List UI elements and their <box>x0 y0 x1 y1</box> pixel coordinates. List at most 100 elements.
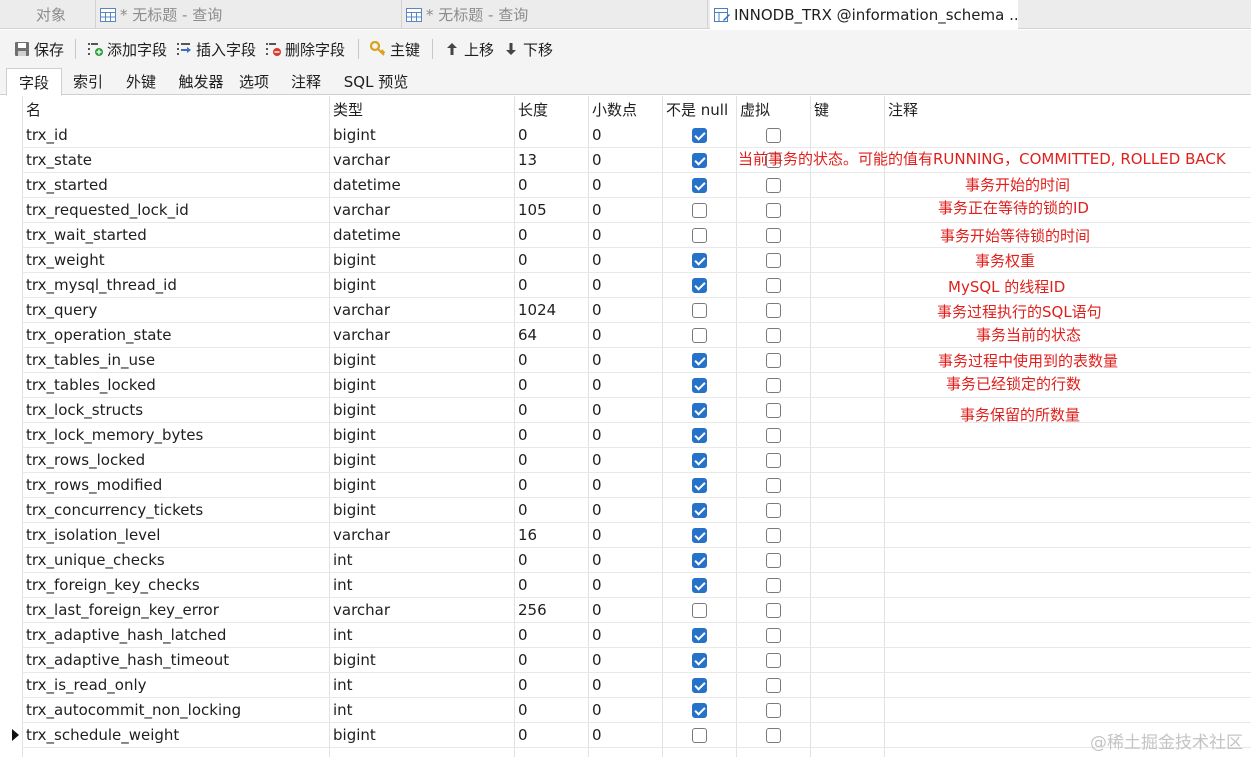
virtual-checkbox[interactable] <box>766 428 781 443</box>
field-decimals-cell[interactable]: 0 <box>588 473 662 498</box>
virtual-checkbox[interactable] <box>766 278 781 293</box>
table-row[interactable]: trx_concurrency_tickets bigint 0 0 <box>22 498 1251 523</box>
table-row[interactable]: trx_mysql_thread_id bigint 0 0 <box>22 273 1251 298</box>
field-length-cell[interactable]: 0 <box>514 423 588 448</box>
field-type-cell[interactable]: varchar <box>329 198 514 223</box>
field-name-cell[interactable]: trx_state <box>22 148 329 173</box>
field-key-cell[interactable] <box>810 223 884 248</box>
tab-options[interactable]: 选项 <box>232 68 276 95</box>
field-length-cell[interactable]: 0 <box>514 173 588 198</box>
field-type-cell[interactable]: bigint <box>329 423 514 448</box>
not-null-checkbox[interactable] <box>692 528 707 543</box>
field-type-cell[interactable]: datetime <box>329 223 514 248</box>
column-header-type[interactable]: 类型 <box>329 98 514 123</box>
field-type-cell[interactable]: varchar <box>329 523 514 548</box>
table-row[interactable]: trx_autocommit_non_locking int 0 0 <box>22 698 1251 723</box>
virtual-checkbox[interactable] <box>766 303 781 318</box>
tab-fields[interactable]: 字段 <box>6 68 62 96</box>
virtual-checkbox[interactable] <box>766 678 781 693</box>
field-name-cell[interactable]: trx_adaptive_hash_latched <box>22 623 329 648</box>
field-length-cell[interactable]: 0 <box>514 248 588 273</box>
tab-comment[interactable]: 注释 <box>282 68 330 95</box>
field-comment-cell[interactable] <box>884 473 1251 498</box>
not-null-checkbox[interactable] <box>692 303 707 318</box>
not-null-checkbox[interactable] <box>692 378 707 393</box>
field-key-cell[interactable] <box>810 648 884 673</box>
field-name-cell[interactable]: trx_is_read_only <box>22 673 329 698</box>
virtual-checkbox[interactable] <box>766 553 781 568</box>
field-decimals-cell[interactable]: 0 <box>588 323 662 348</box>
field-decimals-cell[interactable]: 0 <box>588 273 662 298</box>
field-name-cell[interactable]: trx_mysql_thread_id <box>22 273 329 298</box>
not-null-checkbox[interactable] <box>692 553 707 568</box>
table-row[interactable]: trx_adaptive_hash_latched int 0 0 <box>22 623 1251 648</box>
field-length-cell[interactable]: 105 <box>514 198 588 223</box>
field-type-cell[interactable]: bigint <box>329 123 514 148</box>
field-key-cell[interactable] <box>810 398 884 423</box>
not-null-checkbox[interactable] <box>692 203 707 218</box>
field-decimals-cell[interactable]: 0 <box>588 398 662 423</box>
table-row[interactable]: trx_is_read_only int 0 0 <box>22 673 1251 698</box>
field-key-cell[interactable] <box>810 448 884 473</box>
field-key-cell[interactable] <box>810 198 884 223</box>
table-row[interactable]: trx_foreign_key_checks int 0 0 <box>22 573 1251 598</box>
field-type-cell[interactable]: bigint <box>329 498 514 523</box>
field-length-cell[interactable]: 0 <box>514 673 588 698</box>
field-decimals-cell[interactable]: 0 <box>588 248 662 273</box>
field-key-cell[interactable] <box>810 423 884 448</box>
tab-foreign-keys[interactable]: 外键 <box>114 68 168 95</box>
field-decimals-cell[interactable]: 0 <box>588 373 662 398</box>
virtual-checkbox[interactable] <box>766 128 781 143</box>
field-name-cell[interactable]: trx_foreign_key_checks <box>22 573 329 598</box>
field-name-cell[interactable]: trx_unique_checks <box>22 548 329 573</box>
virtual-checkbox[interactable] <box>766 353 781 368</box>
not-null-checkbox[interactable] <box>692 178 707 193</box>
field-name-cell[interactable]: trx_tables_in_use <box>22 348 329 373</box>
not-null-checkbox[interactable] <box>692 128 707 143</box>
virtual-checkbox[interactable] <box>766 628 781 643</box>
tab-objects[interactable]: 对象 <box>0 0 96 29</box>
field-decimals-cell[interactable]: 0 <box>588 223 662 248</box>
field-length-cell[interactable]: 256 <box>514 598 588 623</box>
field-length-cell[interactable]: 13 <box>514 148 588 173</box>
field-name-cell[interactable]: trx_schedule_weight <box>22 723 329 748</box>
field-length-cell[interactable]: 0 <box>514 548 588 573</box>
field-name-cell[interactable]: trx_adaptive_hash_timeout <box>22 648 329 673</box>
field-name-cell[interactable]: trx_autocommit_non_locking <box>22 698 329 723</box>
field-key-cell[interactable] <box>810 673 884 698</box>
not-null-checkbox[interactable] <box>692 703 707 718</box>
field-name-cell[interactable]: trx_lock_memory_bytes <box>22 423 329 448</box>
field-length-cell[interactable]: 0 <box>514 723 588 748</box>
column-header-decimals[interactable]: 小数点 <box>588 98 662 123</box>
field-type-cell[interactable]: varchar <box>329 148 514 173</box>
field-comment-cell[interactable] <box>884 448 1251 473</box>
not-null-checkbox[interactable] <box>692 478 707 493</box>
delete-field-button[interactable]: 删除字段 <box>265 38 345 60</box>
field-length-cell[interactable]: 64 <box>514 323 588 348</box>
field-comment-cell[interactable] <box>884 548 1251 573</box>
table-row[interactable]: trx_isolation_level varchar 16 0 <box>22 523 1251 548</box>
field-decimals-cell[interactable]: 0 <box>588 173 662 198</box>
tab-sql-preview[interactable]: SQL 预览 <box>336 68 416 95</box>
field-key-cell[interactable] <box>810 698 884 723</box>
field-name-cell[interactable]: trx_wait_started <box>22 223 329 248</box>
tab-query-2[interactable]: * 无标题 - 查询 <box>402 0 708 29</box>
not-null-checkbox[interactable] <box>692 453 707 468</box>
primary-key-button[interactable]: 主键 <box>370 38 420 60</box>
table-row[interactable]: trx_weight bigint 0 0 <box>22 248 1251 273</box>
not-null-checkbox[interactable] <box>692 228 707 243</box>
move-down-button[interactable]: 下移 <box>503 38 553 60</box>
table-row[interactable]: trx_rows_modified bigint 0 0 <box>22 473 1251 498</box>
add-field-button[interactable]: 添加字段 <box>87 38 167 60</box>
virtual-checkbox[interactable] <box>766 503 781 518</box>
field-length-cell[interactable]: 0 <box>514 473 588 498</box>
field-comment-cell[interactable] <box>884 248 1251 273</box>
field-length-cell[interactable]: 0 <box>514 273 588 298</box>
field-type-cell[interactable]: int <box>329 573 514 598</box>
not-null-checkbox[interactable] <box>692 578 707 593</box>
field-length-cell[interactable]: 16 <box>514 523 588 548</box>
field-length-cell[interactable]: 0 <box>514 623 588 648</box>
field-key-cell[interactable] <box>810 323 884 348</box>
field-decimals-cell[interactable]: 0 <box>588 198 662 223</box>
virtual-checkbox[interactable] <box>766 228 781 243</box>
